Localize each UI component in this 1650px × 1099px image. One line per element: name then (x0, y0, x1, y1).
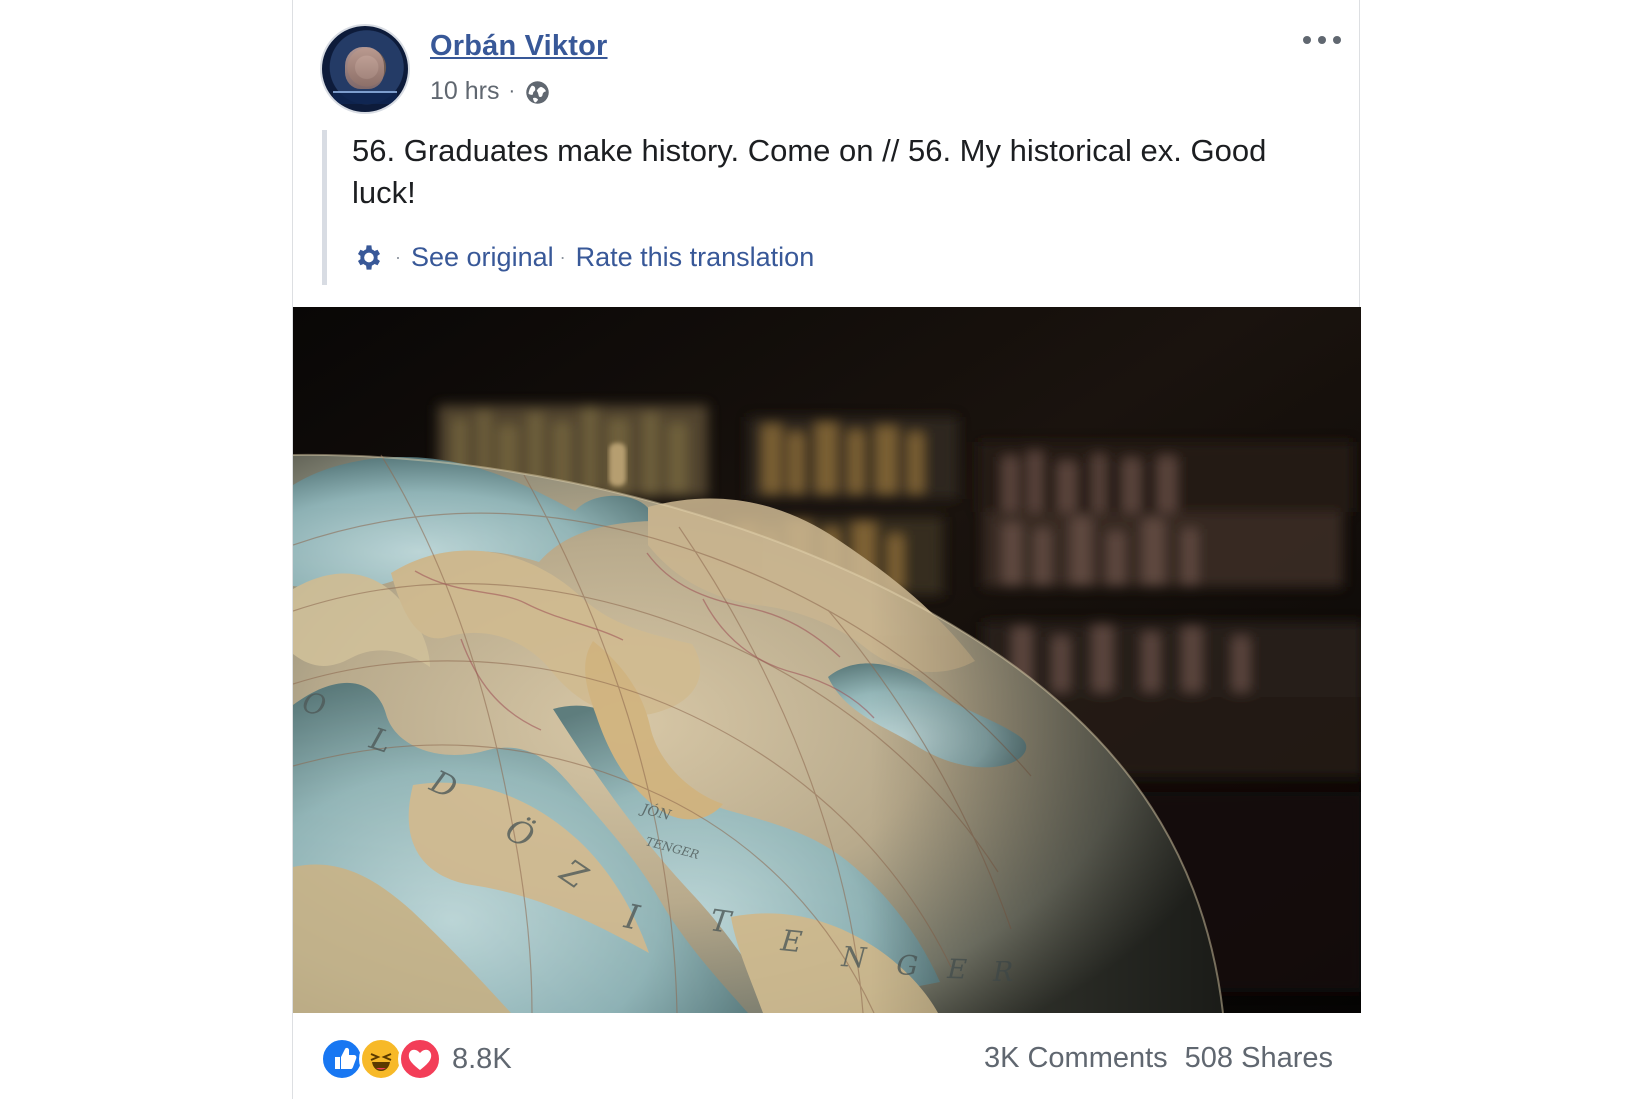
author-avatar[interactable] (320, 24, 410, 114)
translation-block: 56. Graduates make history. Come on // 5… (322, 130, 1315, 285)
see-original-link[interactable]: See original (411, 242, 554, 273)
engagement-stats: 3K Comments 508 Shares (984, 1042, 1333, 1075)
comments-count-link[interactable]: 3K Comments (984, 1042, 1168, 1075)
more-options-icon[interactable] (1303, 30, 1341, 50)
love-icon (398, 1037, 442, 1081)
author-name-link[interactable]: Orbán Viktor (430, 30, 608, 63)
meta-separator: · (508, 79, 516, 102)
gear-icon[interactable] (354, 243, 383, 272)
translation-separator: · (559, 246, 566, 267)
like-icon (320, 1037, 364, 1081)
reaction-count: 8.8K (452, 1042, 512, 1075)
translation-separator: · (395, 246, 401, 267)
facebook-post-page: Orbán Viktor 10 hrs · 56. Graduates make… (0, 0, 1650, 1099)
post-card: Orbán Viktor 10 hrs · 56. Graduates make… (292, 0, 1361, 1099)
globe-icon[interactable] (524, 79, 551, 106)
more-dot (1333, 36, 1341, 44)
haha-icon (359, 1037, 403, 1081)
post-time[interactable]: 10 hrs (430, 77, 499, 106)
rate-translation-link[interactable]: Rate this translation (576, 242, 815, 273)
more-dot (1303, 36, 1311, 44)
shares-count-link[interactable]: 508 Shares (1185, 1042, 1333, 1075)
translated-post-text: 56. Graduates make history. Come on // 5… (352, 133, 1267, 210)
post-image[interactable]: O L D Ö Z I T E N G E R JÓN TENGER (293, 307, 1361, 1013)
post-footer: 8.8K 3K Comments 508 Shares (293, 1013, 1361, 1099)
translation-actions: · See original · Rate this translation (354, 239, 814, 275)
globe-library-image: O L D Ö Z I T E N G E R JÓN TENGER (293, 307, 1361, 1013)
post-meta: 10 hrs · (430, 74, 551, 108)
more-dot (1318, 36, 1326, 44)
reaction-summary[interactable]: 8.8K (320, 1037, 512, 1081)
